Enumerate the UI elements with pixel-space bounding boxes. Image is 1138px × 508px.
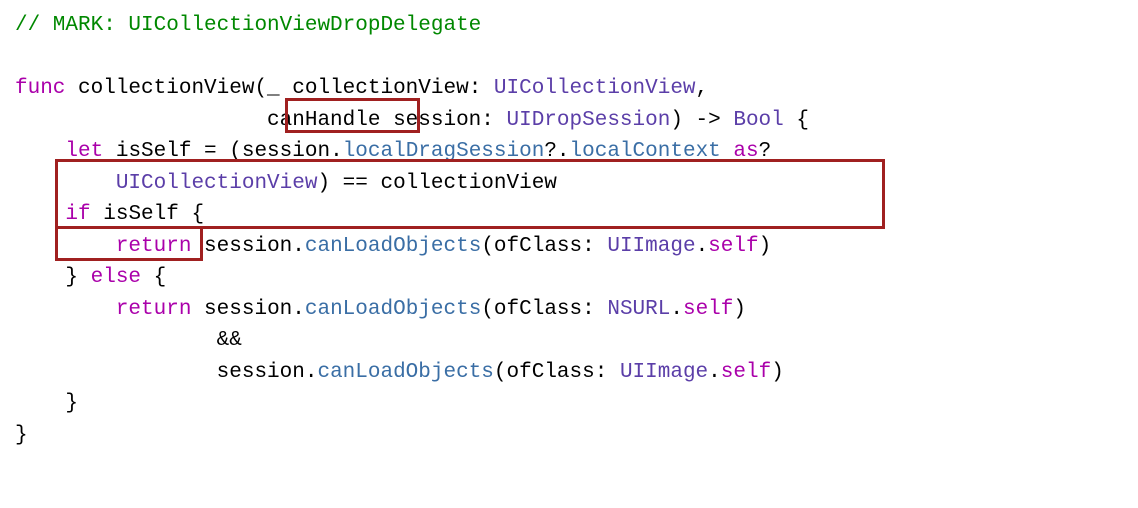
pad xyxy=(15,361,217,384)
pad xyxy=(15,172,116,195)
paren-ofclass2: (ofClass: xyxy=(481,298,607,321)
func-name: collectionView(_ collectionView: xyxy=(65,77,493,100)
comma: , xyxy=(696,77,709,100)
keyword-if: if xyxy=(65,203,90,226)
type-uicollectionview: UICollectionView xyxy=(494,77,696,100)
keyword-self: self xyxy=(708,235,758,258)
isself-decl: isSelf = (session. xyxy=(103,140,342,163)
pad xyxy=(15,203,65,226)
type-uicollectionview2: UICollectionView xyxy=(116,172,318,195)
type-uidropsession: UIDropSession xyxy=(507,109,671,132)
pad xyxy=(15,109,267,132)
brace-open2: { xyxy=(141,266,166,289)
if-cond: isSelf xyxy=(91,203,179,226)
dot: . xyxy=(696,235,709,258)
session-param: session: xyxy=(380,109,506,132)
code-container: // MARK: UICollectionViewDropDelegate fu… xyxy=(15,10,1123,451)
keyword-func: func xyxy=(15,77,65,100)
dot: . xyxy=(670,298,683,321)
close-brace-outer: } xyxy=(15,424,28,447)
keyword-else: else xyxy=(91,266,141,289)
close-brace2: } xyxy=(15,392,78,415)
keyword-let: let xyxy=(65,140,103,163)
type-uiimage2: UIImage xyxy=(620,361,708,384)
close-paren: ) xyxy=(759,235,772,258)
pad xyxy=(15,298,116,321)
eq-collectionview: ) == collectionView xyxy=(317,172,556,195)
session-dot3: session. xyxy=(217,361,318,384)
member-canloadobjects: canLoadObjects xyxy=(305,235,481,258)
keyword-as: as xyxy=(721,140,759,163)
dot: . xyxy=(708,361,721,384)
comment-mark: // MARK: UICollectionViewDropDelegate xyxy=(15,14,481,37)
session-dot: session. xyxy=(191,235,304,258)
keyword-self2: self xyxy=(683,298,733,321)
type-bool: Bool xyxy=(733,109,783,132)
pad xyxy=(15,140,65,163)
optional-chain: ?. xyxy=(544,140,569,163)
paren-ofclass3: (ofClass: xyxy=(494,361,620,384)
code-block: // MARK: UICollectionViewDropDelegate fu… xyxy=(15,10,1123,451)
member-canloadobjects2: canLoadObjects xyxy=(305,298,481,321)
keyword-return: return xyxy=(116,235,192,258)
arrow: ) -> xyxy=(670,109,733,132)
member-canloadobjects3: canLoadObjects xyxy=(317,361,493,384)
pad xyxy=(15,235,116,258)
session-dot2: session. xyxy=(191,298,304,321)
amp-amp: && xyxy=(217,329,242,352)
brace: { xyxy=(179,203,204,226)
close-paren2: ) xyxy=(733,298,746,321)
member-localdragsession: localDragSession xyxy=(343,140,545,163)
member-localcontext: localContext xyxy=(570,140,721,163)
brace-open: { xyxy=(784,109,809,132)
paren-ofclass: (ofClass: xyxy=(481,235,607,258)
type-nsurl: NSURL xyxy=(607,298,670,321)
close-paren3: ) xyxy=(771,361,784,384)
type-uiimage: UIImage xyxy=(607,235,695,258)
canhandle-label: canHandle xyxy=(267,109,380,132)
close-brace: } xyxy=(15,266,91,289)
qmark: ? xyxy=(759,140,772,163)
keyword-return2: return xyxy=(116,298,192,321)
keyword-self3: self xyxy=(721,361,771,384)
pad xyxy=(15,329,217,352)
